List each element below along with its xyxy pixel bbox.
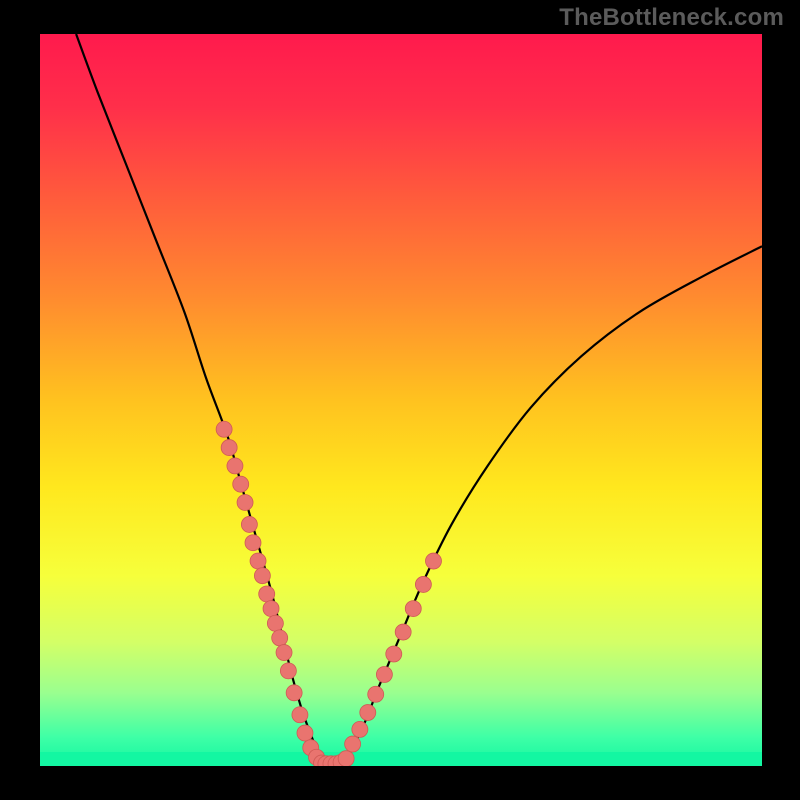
data-point	[386, 646, 402, 662]
data-point	[227, 458, 243, 474]
watermark-text: TheBottleneck.com	[559, 4, 784, 32]
green-band	[40, 752, 762, 766]
data-point	[286, 685, 302, 701]
data-point	[267, 615, 283, 631]
bottleneck-chart	[40, 34, 762, 766]
data-point	[263, 601, 279, 617]
data-point	[395, 624, 411, 640]
data-point	[345, 736, 361, 752]
data-point	[292, 707, 308, 723]
data-point	[237, 494, 253, 510]
data-point	[352, 721, 368, 737]
data-point	[297, 725, 313, 741]
data-point	[425, 553, 441, 569]
data-point	[376, 667, 392, 683]
data-point	[415, 576, 431, 592]
data-point	[276, 645, 292, 661]
data-point	[338, 751, 354, 766]
data-point	[221, 440, 237, 456]
data-point	[216, 421, 232, 437]
data-point	[241, 516, 257, 532]
data-point	[360, 705, 376, 721]
plot-area	[40, 34, 762, 766]
data-point	[245, 535, 261, 551]
data-point	[280, 663, 296, 679]
data-point	[368, 686, 384, 702]
data-point	[272, 630, 288, 646]
data-point	[250, 553, 266, 569]
data-point	[254, 568, 270, 584]
chart-frame: TheBottleneck.com	[0, 0, 800, 800]
data-point	[233, 476, 249, 492]
data-point	[259, 586, 275, 602]
data-point	[405, 601, 421, 617]
